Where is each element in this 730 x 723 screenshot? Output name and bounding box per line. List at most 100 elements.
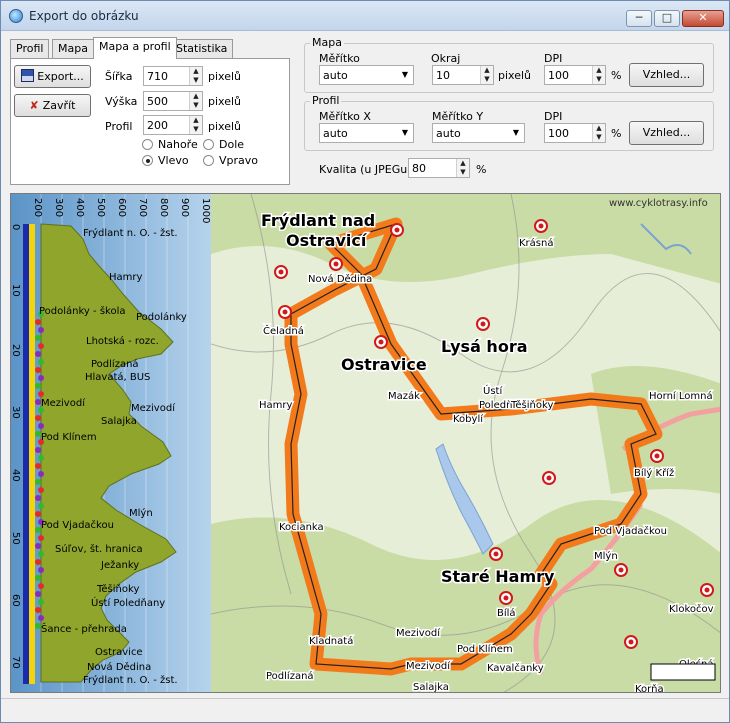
elevation-tick: 900 xyxy=(179,198,190,217)
map-place-large: Staré Hamry xyxy=(441,567,555,586)
profile-size-label: Profil xyxy=(105,120,133,133)
profile-poi-dot xyxy=(35,511,41,517)
width-unit: pixelů xyxy=(208,70,242,83)
radio-bottom[interactable] xyxy=(203,139,214,150)
map-dpi-unit: % xyxy=(611,69,622,82)
profile-poi-dot xyxy=(38,327,44,333)
close-icon: ✘ xyxy=(29,99,39,112)
elevation-tick: 300 xyxy=(53,198,64,217)
map-place-label: Kladnatá xyxy=(309,635,353,647)
profile-stop-label: Hlavatá, BUS xyxy=(85,371,150,383)
elevation-tick: 800 xyxy=(158,198,169,217)
profile-poi-dot xyxy=(38,455,44,461)
map-look-button[interactable]: Vzhled... xyxy=(629,63,704,87)
tab-profil[interactable]: Profil xyxy=(10,39,50,58)
map-dpi-input[interactable]: 100 ▲ ▼ xyxy=(544,65,606,85)
map-place-label: Nová Dědina xyxy=(308,273,372,285)
scale-x-select[interactable]: auto ▼ xyxy=(319,123,414,143)
height-input[interactable]: 500 ▲ ▼ xyxy=(143,91,203,111)
map-poi-marker xyxy=(274,265,288,279)
tab-mapa-a-profil[interactable]: Mapa a profil xyxy=(93,37,177,59)
radio-right[interactable] xyxy=(203,155,214,166)
profile-poi-dot xyxy=(35,367,41,373)
title-bar[interactable]: Export do obrázku ─ □ ✕ xyxy=(1,1,729,31)
distance-tick: 20 xyxy=(11,344,21,357)
profile-look-button[interactable]: Vzhled... xyxy=(629,121,704,145)
profile-size-unit: pixelů xyxy=(208,120,242,133)
profile-poi-dot xyxy=(38,487,44,493)
width-input[interactable]: 710 ▲ ▼ xyxy=(143,66,203,86)
profile-dpi-label: DPI xyxy=(544,110,563,123)
profile-poi-dot xyxy=(35,415,41,421)
distance-tick: 40 xyxy=(11,469,21,482)
elevation-tick: 600 xyxy=(116,198,127,217)
tab-statistika[interactable]: Statistika xyxy=(170,39,234,58)
map-poi-marker xyxy=(489,547,503,561)
status-bar xyxy=(1,698,729,722)
map-place-label: Mlýn xyxy=(594,550,618,562)
maximize-button[interactable]: □ xyxy=(654,10,680,27)
map-poi-marker xyxy=(499,591,513,605)
profile-stop-label: Frýdlant n. O. - žst. xyxy=(83,227,178,239)
export-button[interactable]: Export... xyxy=(14,65,91,88)
profile-stop-label: Hamry xyxy=(109,272,143,283)
map-place-large: Ostravice xyxy=(341,355,427,374)
elevation-tick: 400 xyxy=(74,198,85,217)
radio-right-label: Vpravo xyxy=(219,154,259,167)
profile-stop-label: Ježanky xyxy=(100,559,139,571)
map-scale-select[interactable]: auto ▼ xyxy=(319,65,414,85)
profile-poi-dot xyxy=(38,343,44,349)
close-window-button[interactable]: ✕ xyxy=(682,10,724,27)
height-spin-arrows[interactable]: ▲ ▼ xyxy=(189,92,202,110)
profile-stop-label: Mezivodí xyxy=(131,402,176,414)
margin-unit: pixelů xyxy=(498,69,532,82)
elevation-tick: 200 xyxy=(32,198,43,217)
profile-group-title: Profil xyxy=(310,94,342,107)
profile-stop-label: Frýdlant n. O. - žst. xyxy=(83,674,178,686)
chevron-down-icon: ▼ xyxy=(401,128,409,137)
profile-dpi-input[interactable]: 100 ▲ ▼ xyxy=(544,123,606,143)
map-place-label: Pod Vjadačkou xyxy=(594,525,667,537)
profile-stop-label: Mlýn xyxy=(129,507,153,519)
app-icon xyxy=(9,9,23,23)
map-poi-marker xyxy=(700,583,714,597)
width-spin-arrows[interactable]: ▲ ▼ xyxy=(189,67,202,85)
map-poi-marker xyxy=(624,635,638,649)
margin-input[interactable]: 10 ▲ ▼ xyxy=(432,65,494,85)
profile-size-input[interactable]: 200 ▲ ▼ xyxy=(143,115,203,135)
map-place-label: Mazák xyxy=(388,390,420,402)
radio-left[interactable] xyxy=(142,155,153,166)
distance-tick: 60 xyxy=(11,594,21,607)
minimize-button[interactable]: ─ xyxy=(626,10,652,27)
map-poi-marker xyxy=(614,563,628,577)
radio-top[interactable] xyxy=(142,139,153,150)
scale-y-select[interactable]: auto ▼ xyxy=(432,123,525,143)
radio-left-label: Vlevo xyxy=(158,154,189,167)
tab-panel: Export... ✘ Zavřít Šířka 710 ▲ ▼ pixelů Výš… xyxy=(10,58,290,185)
map-place-label: Bílý Kříž xyxy=(634,467,674,479)
tab-mapa[interactable]: Mapa xyxy=(52,39,94,58)
quality-spin-arrows[interactable]: ▲ ▼ xyxy=(456,159,469,177)
map-place-label: Bílá xyxy=(497,607,516,619)
quality-label: Kvalita (u JPEGu) xyxy=(319,163,412,176)
map-place-label: Pod Klínem xyxy=(457,643,513,655)
profile-stop-label: Lhotská - rozc. xyxy=(86,335,159,347)
profile-size-spin-arrows[interactable]: ▲ ▼ xyxy=(189,116,202,134)
elevation-tick: 500 xyxy=(95,198,106,217)
quality-input[interactable]: 80 ▲ ▼ xyxy=(408,158,470,178)
profile-dpi-spin-arrows[interactable]: ▲ ▼ xyxy=(592,124,605,142)
distance-tick: 0 xyxy=(11,224,21,230)
map-dpi-spin-arrows[interactable]: ▲ ▼ xyxy=(592,66,605,84)
map-scale-label: Měřítko xyxy=(319,52,360,65)
profile-stop-label: Těšiňoky xyxy=(96,583,139,595)
map-place-label: Ústí xyxy=(483,384,503,397)
scale-x-label: Měřítko X xyxy=(319,110,371,123)
margin-spin-arrows[interactable]: ▲ ▼ xyxy=(480,66,493,84)
profile-poi-dot xyxy=(38,599,44,605)
margin-label: Okraj xyxy=(431,52,461,65)
map-place-label: Těšiňoky xyxy=(510,399,553,411)
map-graphic: www.cyklotrasy.info Frýdlant nadOstravicí… xyxy=(210,194,720,692)
profile-poi-dot xyxy=(35,559,41,565)
profile-stop-label: Nová Dědina xyxy=(87,661,151,673)
close-button[interactable]: ✘ Zavřít xyxy=(14,94,91,117)
